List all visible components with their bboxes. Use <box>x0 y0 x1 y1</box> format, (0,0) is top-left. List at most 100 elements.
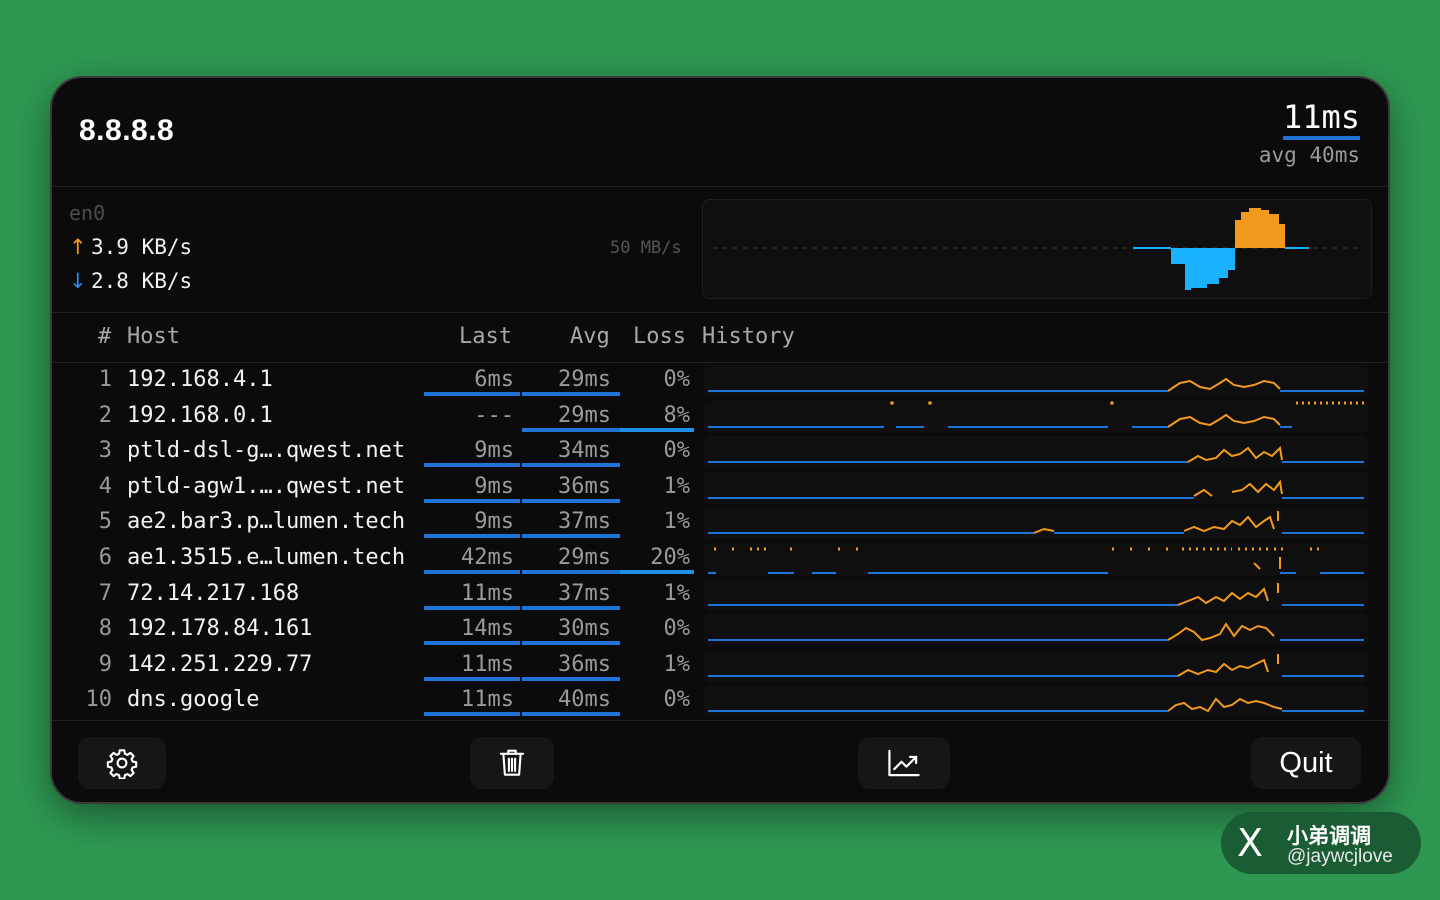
download-rate: ↓ 2.8 KB/s <box>69 269 192 293</box>
download-arrow-icon: ↓ <box>69 269 87 293</box>
hop-host: ae1.3515.e…lumen.tech <box>127 545 406 570</box>
table-row[interactable]: 2 192.168.0.1 --- 29ms 8% <box>52 399 1388 435</box>
latency-summary: 11ms avg 40ms <box>1259 98 1360 170</box>
avg-bar <box>522 712 620 717</box>
table-header: # Host Last Avg Loss History <box>52 314 1388 363</box>
avg-bar <box>522 427 620 432</box>
col-history: History <box>702 324 795 349</box>
table-row[interactable]: 7 72.14.217.168 11ms 37ms 1% <box>52 577 1388 613</box>
avg-bar <box>522 570 620 574</box>
hop-index: 7 <box>98 580 112 606</box>
hop-host: 72.14.217.168 <box>127 580 300 606</box>
hop-avg: 36ms <box>558 651 611 677</box>
hop-last: 42ms <box>461 545 514 570</box>
app-window: 8.8.8.8 11ms avg 40ms en0 ↑ 3.9 KB/s ↓ 2.8… <box>52 78 1388 802</box>
avg-bar <box>522 463 620 468</box>
hop-host: ptld-dsl-g….qwest.net <box>127 438 406 464</box>
hop-host: 192.168.4.1 <box>127 367 273 392</box>
table-row[interactable]: 8 192.178.84.161 14ms 30ms 0% <box>52 612 1388 648</box>
hop-last: --- <box>474 402 514 428</box>
toolbar: Quit <box>52 720 1388 802</box>
quit-label: Quit <box>1279 746 1333 779</box>
hop-loss: 8% <box>663 402 691 428</box>
download-bars <box>1171 248 1235 290</box>
hop-loss: 1% <box>663 509 691 535</box>
hop-last: 11ms <box>461 651 514 677</box>
history-sparkline <box>704 543 1368 575</box>
col-host: Host <box>127 324 180 349</box>
last-bar <box>424 641 520 646</box>
hop-host: 192.168.0.1 <box>127 402 273 428</box>
hop-loss: 1% <box>663 651 691 677</box>
history-sparkline <box>704 649 1368 682</box>
hop-avg: 37ms <box>558 509 611 535</box>
hop-last: 9ms <box>474 438 514 464</box>
hop-index: 9 <box>98 651 112 677</box>
hop-loss: 0% <box>663 687 691 713</box>
hop-loss: 0% <box>663 616 691 642</box>
table-row[interactable]: 10 dns.google 11ms 40ms 0% <box>52 683 1388 719</box>
avg-bar <box>522 534 620 539</box>
table-row[interactable]: 6 ae1.3515.e…lumen.tech 42ms 29ms 20% <box>52 541 1388 577</box>
header: 8.8.8.8 11ms avg 40ms <box>52 78 1388 187</box>
table-row[interactable]: 4 ptld-agw1.….qwest.net 9ms 36ms 1% <box>52 470 1388 506</box>
gear-icon <box>106 747 138 779</box>
history-sparkline <box>704 507 1368 540</box>
hop-host: dns.google <box>127 687 260 713</box>
last-bar <box>424 712 520 717</box>
last-bar <box>424 676 520 681</box>
hop-host: ae2.bar3.p…lumen.tech <box>127 509 406 535</box>
history-sparkline <box>704 471 1368 504</box>
col-index: # <box>98 324 112 349</box>
hop-index: 10 <box>85 687 113 713</box>
hop-index: 4 <box>98 473 112 499</box>
col-avg: Avg <box>570 324 610 349</box>
hop-last: 9ms <box>474 509 514 535</box>
hop-avg: 29ms <box>558 545 611 570</box>
hop-table: 1 192.168.4.1 6ms 29ms 0% 2 192.168.0.1 … <box>52 363 1388 719</box>
hop-last: 9ms <box>474 473 514 499</box>
history-sparkline <box>704 365 1368 397</box>
current-latency: 11ms <box>1282 98 1360 140</box>
last-bar <box>424 605 520 610</box>
quit-button[interactable]: Quit <box>1251 737 1361 789</box>
bandwidth-graph <box>702 199 1372 299</box>
hop-index: 2 <box>98 402 112 428</box>
last-bar <box>424 392 520 396</box>
col-last: Last <box>459 324 512 349</box>
hop-index: 1 <box>98 367 112 392</box>
hop-last: 11ms <box>461 687 514 713</box>
history-sparkline <box>704 578 1368 611</box>
hop-last: 11ms <box>461 580 514 606</box>
settings-button[interactable] <box>78 737 166 789</box>
table-row[interactable]: 3 ptld-dsl-g….qwest.net 9ms 34ms 0% <box>52 434 1388 470</box>
last-bar <box>424 463 520 468</box>
hop-avg: 30ms <box>558 616 611 642</box>
avg-bar <box>522 676 620 681</box>
hop-index: 6 <box>98 545 112 570</box>
table-row[interactable]: 9 142.251.229.77 11ms 36ms 1% <box>52 648 1388 684</box>
chart-button[interactable] <box>858 737 950 789</box>
last-bar <box>424 498 520 503</box>
hop-last: 14ms <box>461 616 514 642</box>
table-row[interactable]: 5 ae2.bar3.p…lumen.tech 9ms 37ms 1% <box>52 505 1388 541</box>
interface-name: en0 <box>69 201 106 225</box>
download-value: 2.8 KB/s <box>91 269 193 293</box>
hop-loss: 0% <box>663 438 691 464</box>
col-loss: Loss <box>633 324 686 349</box>
target-host: 8.8.8.8 <box>79 114 175 147</box>
upload-value: 3.9 KB/s <box>91 235 193 259</box>
hop-avg: 29ms <box>558 402 611 428</box>
upload-arrow-icon: ↑ <box>69 235 87 259</box>
trash-icon <box>497 747 527 779</box>
upload-bars <box>1235 208 1285 248</box>
table-row[interactable]: 1 192.168.4.1 6ms 29ms 0% <box>52 363 1388 399</box>
watermark-badge: X 小弟调调 @jaywcjlove <box>1221 812 1421 874</box>
hop-host: 142.251.229.77 <box>127 651 313 677</box>
clear-button[interactable] <box>470 737 554 789</box>
avg-bar <box>522 392 620 396</box>
average-latency: avg 40ms <box>1258 143 1360 167</box>
loss-bar <box>620 570 694 574</box>
hop-loss: 1% <box>663 473 691 499</box>
last-bar <box>424 570 520 574</box>
